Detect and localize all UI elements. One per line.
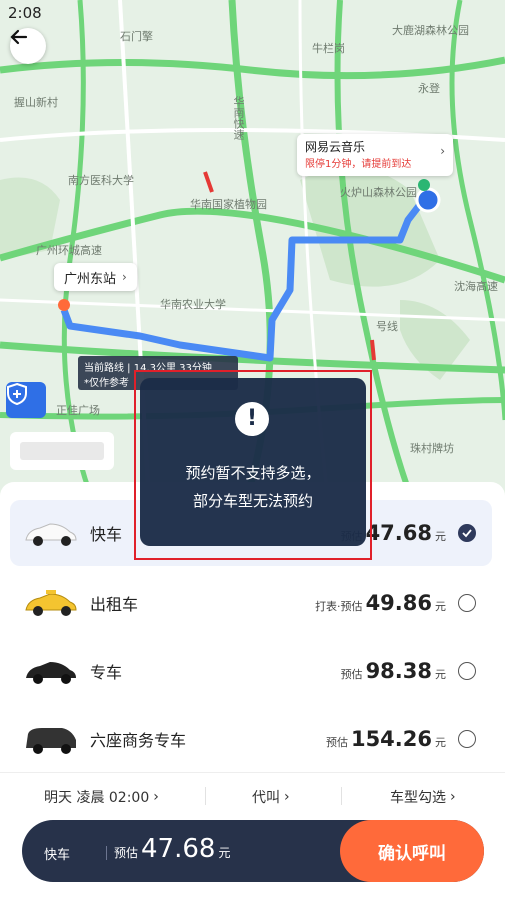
price-value: 98.38 <box>365 659 432 683</box>
car-option-van[interactable]: 六座商务专车 预估 154.26 元 <box>10 706 492 772</box>
status-time: 2:08 <box>8 4 42 22</box>
van-icon <box>26 728 76 754</box>
car-icon <box>25 523 77 546</box>
car-icon <box>26 662 76 684</box>
price-value: 47.68 <box>365 521 432 545</box>
car-select-label: 车型勾选 <box>390 790 446 806</box>
highlight-box <box>134 370 372 560</box>
price-unit: 元 <box>435 530 446 543</box>
map-label: 珠村牌坊 <box>410 442 454 455</box>
car-checkbox[interactable] <box>458 524 476 542</box>
price-unit: 元 <box>435 736 446 749</box>
price-unit: 元 <box>435 668 446 681</box>
map-label: 正佳广场 <box>56 404 100 417</box>
price-prefix: 预估 <box>325 736 348 749</box>
safety-button[interactable] <box>6 382 46 418</box>
map-label: 握山新村 <box>14 96 58 109</box>
destination-marker <box>415 187 441 213</box>
destination-subtitle: 限停1分钟，请提前到达 <box>305 159 412 170</box>
start-title: 广州东站 <box>64 271 117 287</box>
car-option-premier[interactable]: 专车 预估 98.38 元 <box>10 638 492 704</box>
divider <box>341 787 342 805</box>
shield-icon <box>7 382 27 406</box>
proxy-call-label: 代叫 <box>252 790 280 806</box>
map-label: 永登 <box>418 82 440 95</box>
arrow-left-icon <box>10 29 28 45</box>
taxi-icon <box>25 590 77 616</box>
car-name: 出租车 <box>90 595 139 614</box>
price-unit: 元 <box>435 600 446 613</box>
map-label: 大鹿湖森林公园 <box>392 24 469 37</box>
price-unit: 元 <box>218 846 231 860</box>
map-label: 沈海高速 <box>454 280 498 293</box>
check-icon <box>462 529 472 538</box>
car-name: 专车 <box>90 663 123 682</box>
price-value: 47.68 <box>141 834 216 864</box>
car-name: 六座商务专车 <box>90 731 187 750</box>
map-label: 南方医科大学 <box>68 174 134 187</box>
car-option-taxi[interactable]: 出租车 打表·预估 49.86 元 <box>10 570 492 636</box>
bottom-price: 预估 47.68 元 <box>114 834 230 864</box>
map-label: 石门擎 <box>120 30 153 43</box>
car-select-option[interactable]: 车型勾选 › <box>390 787 456 807</box>
blurred-card <box>10 432 114 470</box>
destination-title: 网易云音乐 <box>305 140 366 154</box>
car-checkbox[interactable] <box>458 730 476 748</box>
price-value: 154.26 <box>350 727 432 751</box>
map-label: 号线 <box>376 320 398 333</box>
map-label: 广州环城高速 <box>36 244 102 257</box>
car-price: 打表·预估 49.86 元 <box>315 591 446 615</box>
car-checkbox[interactable] <box>458 662 476 680</box>
car-checkbox[interactable] <box>458 594 476 612</box>
price-prefix: 预估 <box>114 846 139 860</box>
car-price: 预估 98.38 元 <box>341 659 446 683</box>
price-prefix: 预估 <box>340 668 363 681</box>
map-label: 火炉山森林公园 <box>340 186 417 199</box>
map-label: 华南国家植物园 <box>190 198 267 211</box>
divider <box>205 787 206 805</box>
map-label: 华南农业大学 <box>160 298 226 311</box>
car-price: 预估 154.26 元 <box>326 727 446 751</box>
confirm-call-button[interactable]: 确认呼叫 <box>340 820 484 882</box>
price-prefix: 打表·预估 <box>315 600 363 613</box>
schedule-time-option[interactable]: 明天 凌晨 02:00 › <box>44 787 159 807</box>
price-value: 49.86 <box>365 591 432 615</box>
start-callout[interactable]: 广州东站 › <box>54 263 137 291</box>
bottom-bar: 快车 预估 47.68 元 确认呼叫 <box>22 820 484 882</box>
map-label: 华南快速 <box>232 96 245 140</box>
divider <box>106 846 107 860</box>
bottom-car-type: 快车 <box>44 848 71 863</box>
destination-callout[interactable]: 网易云音乐 限停1分钟，请提前到达 › <box>297 134 453 176</box>
chevron-right-icon: › <box>153 789 159 805</box>
proxy-call-option[interactable]: 代叫 › <box>252 787 290 807</box>
start-marker <box>58 299 70 311</box>
car-name: 快车 <box>90 525 123 544</box>
chevron-right-icon: › <box>122 270 127 284</box>
back-button[interactable] <box>10 28 46 64</box>
chevron-right-icon: › <box>440 144 445 158</box>
map-label: 牛栏岗 <box>312 42 345 55</box>
schedule-time-label: 明天 凌晨 02:00 <box>44 790 150 806</box>
chevron-right-icon: › <box>284 789 290 805</box>
options-bar: 明天 凌晨 02:00 › 代叫 › 车型勾选 › <box>0 772 505 819</box>
chevron-right-icon: › <box>450 789 456 805</box>
